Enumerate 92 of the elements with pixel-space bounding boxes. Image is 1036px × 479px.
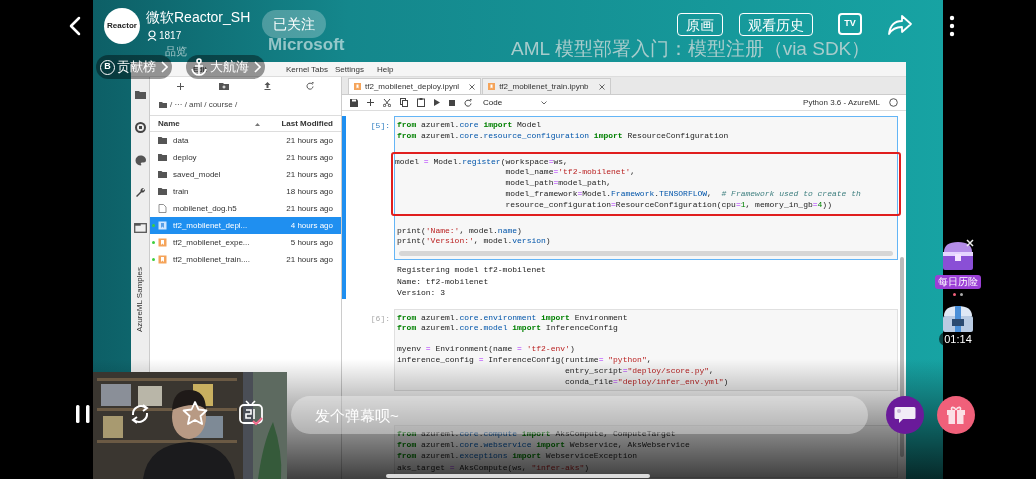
code-line: inference_config = InferenceConfig(runtime= "python", bbox=[397, 355, 653, 366]
notebook-icon bbox=[158, 238, 167, 247]
restart-icon[interactable] bbox=[464, 98, 472, 107]
menu-item[interactable]: Settings bbox=[335, 64, 364, 76]
more-icon[interactable] bbox=[949, 15, 955, 37]
gift-icon bbox=[946, 405, 966, 425]
page-dots bbox=[953, 293, 963, 296]
notebook-icon bbox=[158, 221, 167, 230]
upload-icon[interactable] bbox=[263, 82, 271, 90]
scrollbar-thumb[interactable] bbox=[386, 474, 650, 478]
output-line: Name: tf2-mobilenet bbox=[396, 275, 490, 288]
notebook-icon bbox=[488, 83, 496, 90]
code-line: from azureml.core.webservice import Webservice, AksWebservice bbox=[397, 440, 691, 452]
tabs-icon[interactable] bbox=[134, 223, 147, 233]
notebook-tab[interactable]: tf2_mobilenet_train.ipynb bbox=[482, 78, 611, 94]
code-line: conda_file="deploy/infer_env.yml") bbox=[564, 376, 730, 388]
folder-icon[interactable] bbox=[135, 90, 146, 99]
scissors-icon[interactable] bbox=[383, 98, 391, 107]
output-line: Version: 3 bbox=[396, 287, 446, 299]
code-line: model_name='tf2-mobilenet', bbox=[504, 167, 637, 179]
share-icon[interactable] bbox=[887, 14, 913, 36]
column-header[interactable]: Name bbox=[158, 117, 180, 130]
column-header[interactable]: Last Modified bbox=[281, 117, 333, 130]
file-row[interactable]: deploy 21 hours ago bbox=[150, 149, 341, 166]
code-line: entry_script="deploy/score.py", bbox=[564, 365, 715, 377]
code-line: resource_configuration=ResourceConfiguration(cpu=1, memory_in_gb=4)) bbox=[504, 199, 833, 211]
file-row[interactable]: train 18 hours ago bbox=[150, 183, 341, 200]
file-row[interactable]: data 21 hours ago bbox=[150, 132, 341, 149]
back-icon[interactable] bbox=[69, 16, 81, 36]
chat-icon bbox=[894, 406, 916, 424]
widget-label[interactable]: 每日历险 bbox=[935, 275, 981, 289]
cell-prompt: [5]: bbox=[369, 120, 391, 132]
file-row[interactable]: mobilenet_dog.h5 21 hours ago bbox=[150, 200, 341, 217]
code-line: model = Model.register(workspace=ws, bbox=[395, 156, 569, 168]
person-icon bbox=[147, 30, 157, 41]
star-icon[interactable] bbox=[182, 401, 208, 425]
code-editor[interactable] bbox=[394, 116, 898, 261]
new-folder-icon[interactable] bbox=[219, 82, 230, 90]
plus-icon[interactable] bbox=[177, 82, 185, 90]
refresh-icon[interactable] bbox=[305, 82, 314, 90]
copy-icon[interactable] bbox=[400, 98, 408, 107]
plus-icon[interactable] bbox=[367, 99, 374, 106]
code-line: print('Version:', model.version) bbox=[397, 236, 552, 248]
close-icon[interactable] bbox=[598, 83, 605, 90]
channel-name[interactable]: 微软Reactor_SH bbox=[146, 7, 251, 28]
file-row[interactable]: tf2_mobilenet_train.... 21 hours ago bbox=[150, 251, 341, 268]
menu-item[interactable]: Tabs bbox=[311, 64, 328, 76]
code-line: from azureml.core.environment import Environment bbox=[397, 312, 629, 324]
gift-button[interactable] bbox=[937, 396, 975, 434]
menu-item[interactable]: Kernel bbox=[286, 64, 310, 76]
output-line: Registering model tf2-mobilenet bbox=[396, 264, 547, 276]
code-line: from azureml.core import Model bbox=[397, 120, 543, 131]
menu-item[interactable]: Help bbox=[377, 64, 394, 76]
palette-icon[interactable] bbox=[135, 155, 146, 166]
danmaku-toggle-icon[interactable] bbox=[238, 400, 264, 426]
cell-type-dropdown[interactable]: Code bbox=[483, 96, 547, 109]
code-line: aks_target = AksCompute(ws, "infer-aks") bbox=[397, 462, 591, 474]
notebook-icon bbox=[158, 255, 167, 264]
notebook-icon bbox=[354, 83, 361, 90]
clipboard-icon[interactable] bbox=[417, 98, 425, 107]
sidebar-tab-label[interactable]: AzureML Samples bbox=[134, 267, 146, 333]
play-icon[interactable] bbox=[434, 99, 440, 106]
sort-arrow-icon[interactable] bbox=[255, 123, 260, 126]
slide-title: AML 模型部署入门：模型注册（via SDK） bbox=[511, 37, 871, 61]
stop-icon[interactable] bbox=[449, 99, 455, 106]
code-line: from azureml.core.model import InferenceConfig bbox=[397, 323, 619, 335]
slide-logo-text: Microsoft bbox=[268, 36, 345, 54]
code-line: model_path=model_path, bbox=[504, 178, 613, 189]
kernel-name[interactable]: Python 3.6 - AzureML bbox=[803, 96, 880, 109]
file-row[interactable]: saved_model 21 hours ago bbox=[150, 166, 341, 183]
pause-icon[interactable] bbox=[75, 404, 91, 424]
cell-prompt: [6]: bbox=[369, 312, 391, 325]
breadcrumb[interactable]: / ··· / aml / course / bbox=[170, 99, 238, 111]
kernel-status-icon bbox=[889, 98, 898, 107]
caret-icon bbox=[541, 100, 547, 105]
close-icon[interactable] bbox=[469, 83, 476, 90]
notebook-tab[interactable]: tf2_mobilenet_deploy.ipynl bbox=[348, 78, 482, 94]
save-icon[interactable] bbox=[350, 98, 358, 107]
code-line: myenv = Environment(name = 'tf2-env') bbox=[397, 344, 576, 356]
code-line: from azureml.core.resource_configuration import ResourceConfiguration bbox=[397, 130, 730, 142]
file-icon bbox=[158, 204, 167, 213]
code-line: from azureml.exceptions import WebserviceException bbox=[397, 451, 639, 462]
follower-count: 1817 bbox=[159, 29, 182, 43]
treasure-chest-icon[interactable] bbox=[940, 304, 976, 334]
code-line: print('Name:', model.name) bbox=[397, 225, 523, 237]
file-row[interactable]: tf2_mobilenet_expe... 5 hours ago bbox=[150, 234, 341, 251]
wrench-icon[interactable] bbox=[135, 187, 146, 198]
folder-icon bbox=[159, 102, 167, 108]
stop-circle-icon[interactable] bbox=[135, 122, 146, 133]
header-button[interactable]: 原画 bbox=[677, 13, 723, 36]
code-line: model_framework=Model.Framework.TENSORFLOW, # Framework used to create th bbox=[504, 189, 862, 200]
scrollbar-thumb[interactable] bbox=[399, 251, 893, 257]
